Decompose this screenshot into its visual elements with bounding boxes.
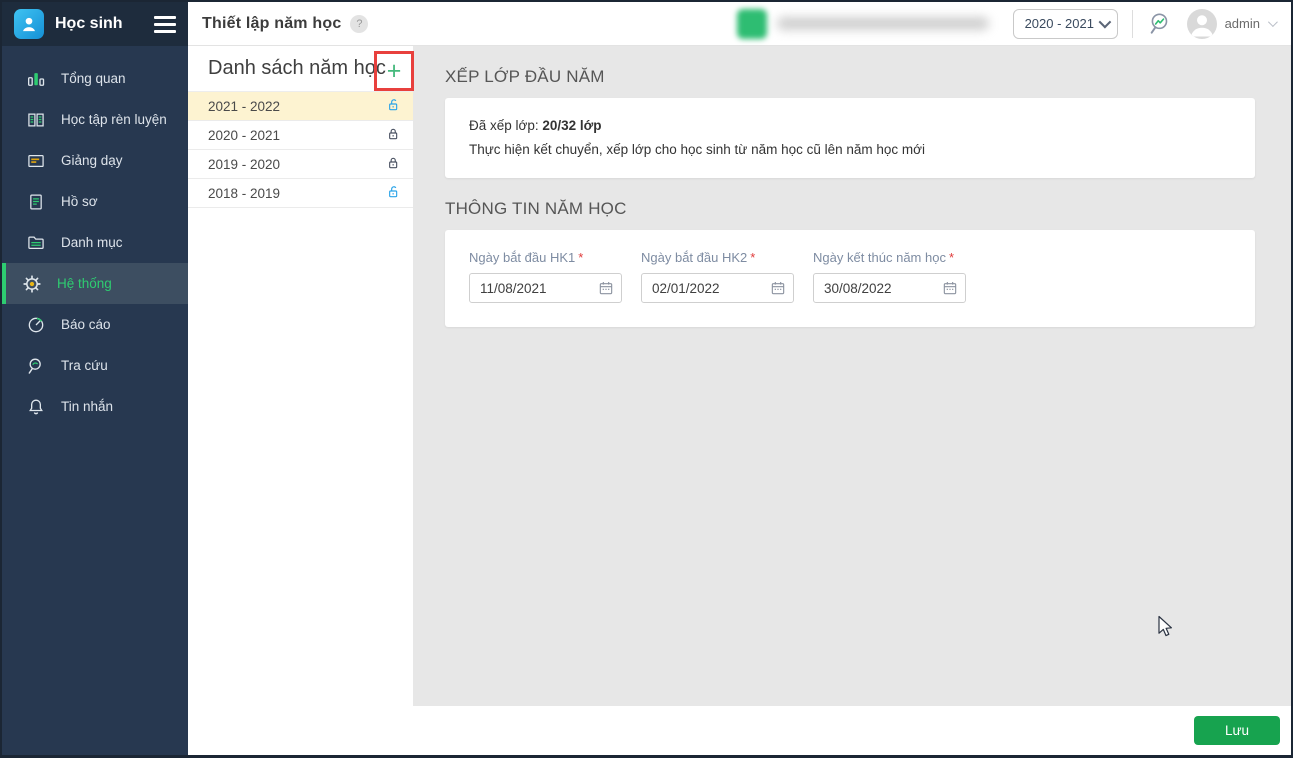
year-row-2020-2021[interactable]: 2020 - 2021 bbox=[188, 121, 413, 150]
sidebar-item-label: Tin nhắn bbox=[61, 399, 114, 414]
sidebar-item-bao-cao[interactable]: Báo cáo bbox=[2, 304, 188, 345]
field-label: Ngày kết thúc năm học bbox=[813, 250, 946, 265]
sidebar-item-label: Học tập rèn luyện bbox=[61, 112, 167, 127]
sidebar-item-danh-muc[interactable]: Danh mục bbox=[2, 222, 188, 263]
section-title-class-assignment: XẾP LỚP ĐẦU NĂM bbox=[445, 67, 605, 86]
bell-icon bbox=[24, 397, 48, 417]
sidebar-item-label: Tổng quan bbox=[61, 71, 126, 86]
assignment-description: Thực hiện kết chuyển, xếp lớp cho học si… bbox=[469, 142, 926, 157]
help-icon[interactable]: ? bbox=[350, 14, 369, 33]
assigned-classes-line: Đã xếp lớp: 20/32 lớp bbox=[469, 118, 602, 133]
chevron-down-icon bbox=[1267, 17, 1278, 28]
field-hk1-start: Ngày bắt đầu HK1 * bbox=[469, 250, 622, 303]
calendar-icon[interactable] bbox=[598, 280, 614, 296]
avatar bbox=[1186, 8, 1217, 39]
sidebar-header: Học sinh bbox=[2, 2, 188, 46]
school-name-blurred bbox=[776, 17, 989, 30]
hamburger-menu-icon[interactable] bbox=[154, 15, 176, 33]
page-title: Thiết lập năm học bbox=[202, 14, 342, 32]
sidebar-item-label: Danh mục bbox=[61, 235, 123, 250]
chevron-down-icon bbox=[1098, 15, 1111, 29]
calendar-icon[interactable] bbox=[942, 280, 958, 296]
required-asterisk: * bbox=[578, 250, 584, 265]
main-column: Thiết lập năm học ? 2020 - 2021 admin Da… bbox=[188, 2, 1291, 755]
sidebar-item-label: Hồ sơ bbox=[61, 194, 98, 209]
main-content: XẾP LỚP ĐẦU NĂM Đã xếp lớp: 20/32 lớp Th… bbox=[413, 46, 1291, 706]
year-info-card: Ngày bắt đầu HK1* Ngày bắt đầu HK2* bbox=[445, 230, 1255, 327]
sidebar-item-hoc-tap-ren-luyen[interactable]: Học tập rèn luyện bbox=[2, 99, 188, 140]
sidebar-item-label: Giảng dạy bbox=[61, 153, 123, 168]
sidebar-item-tin-nhan[interactable]: Tin nhắn bbox=[2, 386, 188, 427]
header-divider bbox=[1131, 9, 1133, 38]
sidebar-item-giang-day[interactable]: Giảng dạy bbox=[2, 140, 188, 181]
year-list-panel: Danh sách năm học 2021 - 2022 2020 - 202… bbox=[188, 46, 413, 706]
app-title: Học sinh bbox=[55, 15, 123, 32]
unlock-icon bbox=[385, 184, 401, 203]
file-icon bbox=[24, 192, 48, 212]
top-header: Thiết lập năm học ? 2020 - 2021 admin bbox=[188, 2, 1291, 46]
save-button[interactable]: Lưu bbox=[1194, 716, 1280, 745]
lookup-stats-icon[interactable] bbox=[1147, 11, 1173, 37]
unlock-icon bbox=[385, 97, 401, 116]
field-year-end: Ngày kết thúc năm học * bbox=[813, 250, 966, 303]
bar-chart-icon bbox=[24, 69, 48, 89]
lock-icon bbox=[385, 155, 401, 174]
school-year-value: 2020 - 2021 bbox=[1024, 16, 1094, 31]
sidebar-item-he-thong[interactable]: Hệ thống bbox=[2, 263, 188, 304]
field-label: Ngày bắt đầu HK2 bbox=[641, 250, 748, 265]
folder-icon bbox=[24, 233, 48, 253]
username: admin bbox=[1224, 16, 1260, 31]
sidebar-nav: Tổng quan Học tập rèn luyện Giảng dạy Hồ… bbox=[2, 46, 188, 427]
class-assignment-card: Đã xếp lớp: 20/32 lớp Thực hiện kết chuy… bbox=[445, 98, 1255, 178]
school-identity-blurred bbox=[736, 8, 989, 39]
school-year-dropdown[interactable]: 2020 - 2021 bbox=[1012, 8, 1118, 39]
assigned-classes-value: 20/32 lớp bbox=[542, 118, 602, 133]
book-icon bbox=[24, 110, 48, 130]
lock-icon bbox=[385, 126, 401, 145]
footer-bar: Lưu bbox=[188, 706, 1291, 755]
sidebar-item-label: Tra cứu bbox=[61, 358, 108, 373]
sidebar-item-ho-so[interactable]: Hồ sơ bbox=[2, 181, 188, 222]
search-icon bbox=[24, 356, 48, 376]
year-row-2021-2022[interactable]: 2021 - 2022 bbox=[188, 92, 413, 121]
required-asterisk: * bbox=[750, 250, 756, 265]
user-menu[interactable]: admin bbox=[1186, 8, 1278, 39]
app-window: Học sinh Tổng quan Học tập rèn luyện Giả… bbox=[0, 0, 1293, 758]
app-logo-icon bbox=[14, 9, 44, 39]
field-hk2-start: Ngày bắt đầu HK2 * bbox=[641, 250, 794, 303]
pie-chart-icon bbox=[24, 315, 48, 335]
year-row-2018-2019[interactable]: 2018 - 2019 bbox=[188, 179, 413, 208]
year-row-2019-2020[interactable]: 2019 - 2020 bbox=[188, 150, 413, 179]
sidebar-item-tong-quan[interactable]: Tổng quan bbox=[2, 58, 188, 99]
board-icon bbox=[24, 151, 48, 171]
calendar-icon[interactable] bbox=[770, 280, 786, 296]
section-title-year-info: THÔNG TIN NĂM HỌC bbox=[445, 199, 627, 218]
add-year-button[interactable]: + bbox=[387, 59, 402, 84]
required-asterisk: * bbox=[948, 250, 955, 265]
sidebar: Học sinh Tổng quan Học tập rèn luyện Giả… bbox=[2, 2, 188, 755]
sidebar-item-label: Hệ thống bbox=[57, 276, 112, 291]
school-logo-blurred bbox=[736, 8, 767, 39]
sidebar-item-label: Báo cáo bbox=[61, 317, 111, 332]
gear-icon bbox=[20, 274, 44, 294]
add-year-annotation-box: + bbox=[374, 51, 414, 91]
field-label: Ngày bắt đầu HK1 bbox=[469, 250, 576, 265]
sidebar-item-tra-cuu[interactable]: Tra cứu bbox=[2, 345, 188, 386]
year-list-title: Danh sách năm học bbox=[208, 57, 386, 79]
